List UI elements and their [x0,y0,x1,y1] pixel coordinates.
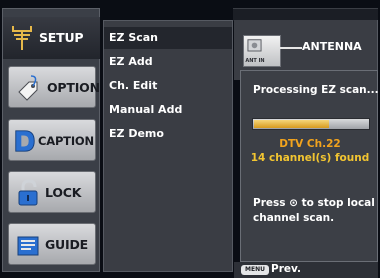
main-menu-sidebar: SETUP OPTION CAPTION LOCK GUIDE [2,8,100,272]
scan-status-title: Processing EZ scan... [253,84,379,96]
setup-antenna-icon [12,26,32,50]
antenna-connector-line [280,47,302,49]
guide-book-icon [17,236,39,256]
scan-progress-dialog: Processing EZ scan... DTV Ch.22 14 chann… [240,70,379,262]
menu-key-icon: MENU [241,265,269,275]
sidebar-item-label: OPTION [47,80,100,95]
current-channel: DTV Ch.22 [279,138,341,150]
scan-progress-bar [252,118,370,130]
scan-progress-fill [254,120,329,128]
prev-button[interactable]: Prev. [271,263,301,275]
sidebar-item-option[interactable]: OPTION [8,66,100,108]
sidebar-item-guide[interactable]: GUIDE [8,223,96,265]
antenna-jack-icon: ANT IN [243,35,281,67]
stop-scan-instruction: Press ⊙ to stop local channel scan. [253,197,375,224]
padlock-icon [18,179,38,206]
menu-item-ez-demo[interactable]: EZ Demo [104,123,232,145]
sidebar-item-caption[interactable]: CAPTION [8,119,96,161]
sidebar-item-lock[interactable]: LOCK [8,171,96,213]
sidebar-item-setup[interactable]: SETUP [3,17,100,59]
menu-item-manual-add[interactable]: Manual Add [104,99,232,121]
tv-setup-screen: SETUP OPTION CAPTION LOCK GUIDE EZ Scan … [0,0,380,278]
antenna-label: ANTENNA [302,40,362,53]
footer-bar: MENU Prev. [234,262,378,278]
setup-submenu: EZ Scan EZ Add Ch. Edit Manual Add EZ De… [103,20,233,272]
sidebar-item-label: GUIDE [45,237,88,252]
menu-item-ez-scan[interactable]: EZ Scan [104,27,232,49]
menu-item-ez-add[interactable]: EZ Add [104,51,232,73]
channels-found: 14 channel(s) found [250,152,370,164]
ant-in-label: ANT IN [245,58,265,64]
option-tag-icon [18,75,38,101]
menu-item-ch-edit[interactable]: Ch. Edit [104,75,232,97]
sidebar-item-label: LOCK [45,185,82,200]
caption-d-icon [15,130,35,152]
sidebar-item-label: CAPTION [38,134,94,148]
sidebar-item-label: SETUP [39,30,84,45]
